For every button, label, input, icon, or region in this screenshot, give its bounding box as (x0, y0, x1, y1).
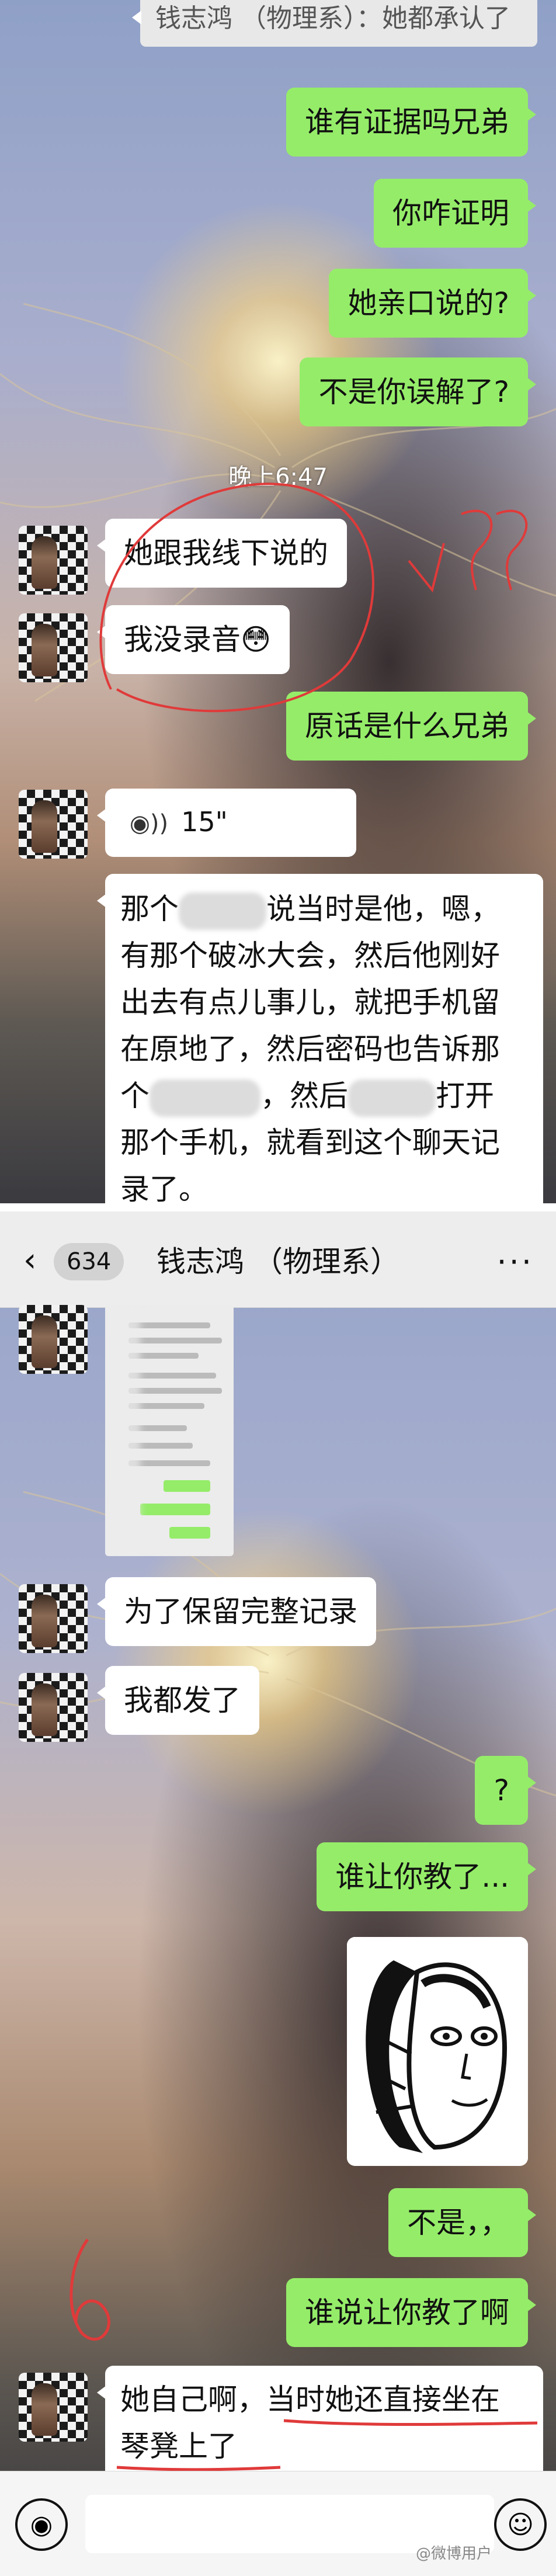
contact-avatar[interactable] (19, 790, 88, 859)
panel-divider (0, 1203, 556, 1211)
red-annotation-circle (99, 482, 528, 713)
transcript-line: 录了。 (120, 1172, 208, 1203)
transcript-line: 个，然后 打开 (120, 1072, 528, 1119)
chat-input-bar: ◉ ☺ @微博用户 (0, 2471, 556, 2576)
watermark: @微博用户 (415, 2545, 492, 2563)
voice-wave-icon: ◉)) (130, 810, 169, 837)
emoji-icon[interactable]: ☺ (494, 2498, 547, 2551)
voice-message[interactable]: ◉)) 15" (97, 789, 356, 857)
red-annotation-underline (70, 2238, 538, 2471)
transcript-line: 那个手机，就看到这个聊天记 (120, 1126, 500, 1159)
transcript-line: 在原地了，然后密码也告诉那 (120, 1032, 500, 1066)
voice-transcript[interactable]: 那个 说当时是他，嗯， 有那个破冰大会，然后他刚好 出去有点儿事儿，就把手机留 在… (97, 874, 543, 1203)
transcript-line: 出去有点儿事儿，就把手机留 (120, 985, 500, 1019)
transcript-line: 那个 说当时是他，嗯， (120, 886, 528, 932)
screenshot-panel-1: 钱志鸿 （物理系）：她都承认了 谁有证据吗兄弟 你咋证明 她亲口说的? 不是你误… (0, 0, 556, 1203)
voice-input-icon[interactable]: ◉ (15, 2498, 68, 2551)
transcript-line: 有那个破冰大会，然后他刚好 (120, 939, 500, 973)
screenshot-panel-2: ‹ 634 钱志鸿 （物理系） ··· 为了保留完整记录 我都发了 ? 谁让你教… (0, 1211, 556, 2576)
voice-duration: 15" (181, 806, 228, 838)
